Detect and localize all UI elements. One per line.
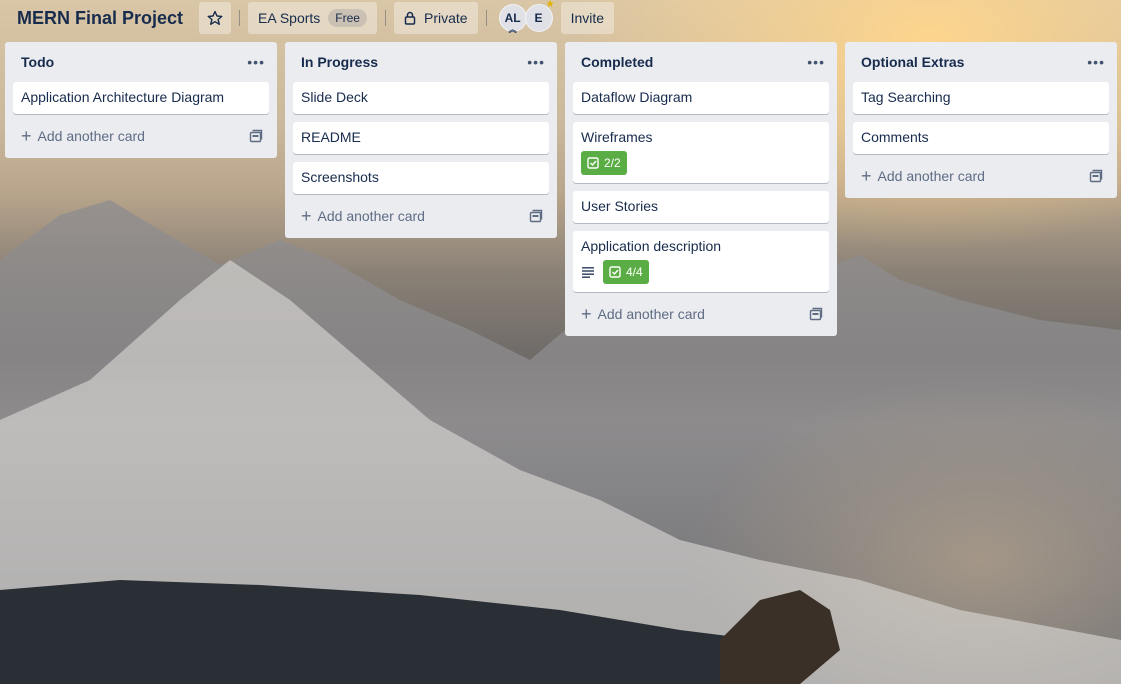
card-title: User Stories [581,198,659,214]
list: Completed ••• Dataflow Diagram Wireframe… [565,42,837,336]
ellipsis-icon[interactable]: ••• [807,54,825,70]
card-template-icon[interactable] [249,129,263,143]
card-template-icon[interactable] [1089,169,1103,183]
board-lists: Todo ••• Application Architecture Diagra… [5,42,1117,336]
header-divider [239,10,241,26]
card-title: Slide Deck [301,89,368,105]
list: Optional Extras ••• Tag Searching Commen… [845,42,1117,198]
card-template-icon[interactable] [809,307,823,321]
list: In Progress ••• Slide Deck README Screen… [285,42,557,238]
member-initials: E [534,11,543,25]
card-template-icon[interactable] [529,209,543,223]
add-card-row: + Add another card [13,122,269,150]
card[interactable]: Application description 4/4 [573,231,829,292]
star-icon: ★ [545,0,555,10]
card-badges: 2/2 [581,151,821,175]
checklist-badge: 2/2 [581,151,627,175]
card[interactable]: Slide Deck [293,82,549,114]
list-title[interactable]: Optional Extras [861,54,964,70]
card-title: Dataflow Diagram [581,89,693,105]
lock-icon [404,11,416,25]
add-card-button[interactable]: + Add another card [301,207,425,225]
card[interactable]: Screenshots [293,162,549,194]
admin-chevron-icon: ︽ [508,25,517,34]
star-board-button[interactable] [199,2,232,34]
ellipsis-icon[interactable]: ••• [1087,54,1105,70]
card-title: Tag Searching [861,89,951,105]
list-header: Todo ••• [13,42,269,82]
header-divider [485,10,487,26]
visibility-button[interactable]: Private [393,2,478,34]
plus-icon: + [861,166,872,186]
list-header: Optional Extras ••• [853,42,1109,82]
add-card-button[interactable]: + Add another card [861,167,985,185]
ellipsis-icon[interactable]: ••• [527,54,545,70]
plus-icon: + [581,304,592,324]
workspace-plan-badge: Free [328,9,367,27]
card-title: README [301,129,361,145]
checklist-count: 4/4 [626,265,643,279]
workspace-button[interactable]: EA Sports Free [248,2,377,34]
card-badges: 4/4 [581,260,821,284]
add-card-row: + Add another card [573,300,829,328]
description-icon [581,266,595,278]
star-icon [207,10,223,26]
add-card-row: + Add another card [853,162,1109,190]
plus-icon: + [301,206,312,226]
add-card-label: Add another card [597,306,705,322]
header-divider [384,10,386,26]
workspace-name: EA Sports [258,10,321,26]
add-card-row: + Add another card [293,202,549,230]
invite-label: Invite [570,10,605,26]
card-title: Screenshots [301,169,379,185]
ellipsis-icon[interactable]: ••• [247,54,265,70]
plus-icon: + [21,126,32,146]
visibility-label: Private [423,10,468,26]
card[interactable]: Dataflow Diagram [573,82,829,114]
card[interactable]: Application Architecture Diagram [13,82,269,114]
member-initials: AL [504,11,521,25]
card[interactable]: Tag Searching [853,82,1109,114]
card-title: Application Architecture Diagram [21,89,225,105]
list-title[interactable]: In Progress [301,54,378,70]
list-title[interactable]: Todo [21,54,54,70]
add-card-label: Add another card [877,168,985,184]
board-header: MERN Final Project EA Sports Free Privat… [0,0,1121,36]
add-card-label: Add another card [317,208,425,224]
list-header: Completed ••• [573,42,829,82]
add-card-label: Add another card [37,128,145,144]
checklist-count: 2/2 [604,156,621,170]
checklist-badge: 4/4 [603,260,649,284]
checklist-icon [587,157,599,169]
checklist-icon [609,266,621,278]
add-card-button[interactable]: + Add another card [21,127,145,145]
board-title[interactable]: MERN Final Project [17,8,183,29]
card-title: Comments [861,129,929,145]
card-title: Application description [581,238,722,254]
list: Todo ••• Application Architecture Diagra… [5,42,277,158]
invite-button[interactable]: Invite [560,2,615,34]
card[interactable]: Wireframes 2/2 [573,122,829,183]
card[interactable]: User Stories [573,191,829,223]
member-avatar[interactable]: E ★ [524,0,555,32]
member-avatar[interactable]: AL ︽ [498,4,527,34]
card[interactable]: README [293,122,549,154]
list-header: In Progress ••• [293,42,549,82]
card-title: Wireframes [581,129,653,145]
board-members: AL ︽ E ★ [498,0,555,34]
card[interactable]: Comments [853,122,1109,154]
add-card-button[interactable]: + Add another card [581,305,705,323]
list-title[interactable]: Completed [581,54,653,70]
